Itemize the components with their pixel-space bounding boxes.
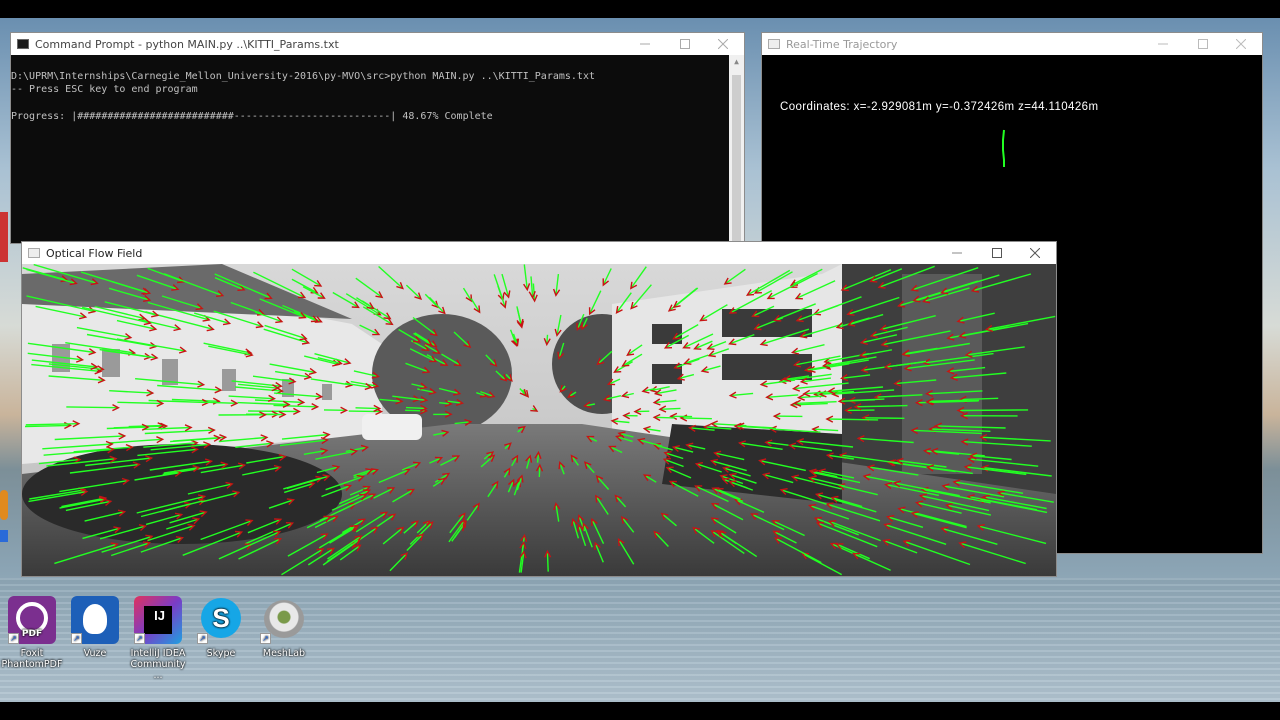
command-prompt-window[interactable]: Command Prompt - python MAIN.py ..\KITTI…: [10, 32, 745, 245]
foxit-pdf-icon: PDF ↗: [8, 596, 56, 644]
skype-icon: S ↗: [197, 596, 245, 644]
flow-vector: [654, 416, 675, 419]
console-scrollbar[interactable]: ▲: [729, 55, 744, 245]
intellij-idea-icon: IJ ↗: [134, 596, 182, 644]
desktop-icon-foxit[interactable]: PDF ↗ Foxit PhantomPDF: [0, 596, 64, 670]
right-door: [902, 274, 982, 474]
flow-vector: [348, 410, 382, 413]
desktop-icon-label: MeshLab: [262, 648, 306, 659]
flow-vector: [958, 409, 1029, 412]
maximize-button[interactable]: [666, 33, 704, 55]
minimize-icon: [952, 252, 962, 254]
close-button[interactable]: [1222, 33, 1260, 55]
desktop-icon-label: Skype: [206, 648, 236, 659]
flow-vector: [680, 417, 712, 420]
flow-vector: [826, 418, 879, 421]
maximize-icon: [992, 248, 1002, 258]
optical-flow-titlebar[interactable]: Optical Flow Field: [22, 242, 1056, 264]
command-prompt-titlebar[interactable]: Command Prompt - python MAIN.py ..\KITTI…: [11, 33, 744, 55]
trajectory-title: Real-Time Trajectory: [786, 37, 898, 51]
console-progress-line: Progress: |##########################---…: [11, 110, 493, 123]
flow-vector: [355, 407, 380, 410]
vuze-frog-icon: ↗: [71, 596, 119, 644]
close-button[interactable]: [704, 33, 742, 55]
console-output[interactable]: D:\UPRM\Internships\Carnegie_Mellon_Univ…: [11, 55, 744, 245]
progress-percent: 48.67% Complete: [402, 111, 493, 122]
scroll-up-arrow-icon[interactable]: ▲: [729, 55, 744, 69]
flow-vector: [405, 406, 427, 410]
flow-vector: [659, 407, 681, 410]
progress-label: Progress:: [11, 111, 72, 122]
parked-car-white: [362, 414, 422, 440]
desktop-icon-vuze[interactable]: ↗ Vuze: [63, 596, 127, 659]
optical-flow-title: Optical Flow Field: [46, 246, 143, 260]
optical-flow-window[interactable]: Optical Flow Field: [21, 241, 1057, 577]
console-command-line: D:\UPRM\Internships\Carnegie_Mellon_Univ…: [11, 71, 595, 82]
desktop-icon-label: IntelliJ IDEA Community ...: [130, 648, 186, 681]
close-icon: [718, 39, 728, 49]
desktop-icon-skype[interactable]: S ↗ Skype: [189, 596, 253, 659]
progress-bar-text: |##########################-------------…: [71, 111, 403, 122]
trajectory-titlebar[interactable]: Real-Time Trajectory: [762, 33, 1262, 55]
flow-vector: [66, 406, 119, 409]
command-prompt-title: Command Prompt - python MAIN.py ..\KITTI…: [35, 37, 339, 51]
maximize-icon: [1198, 39, 1208, 49]
minimize-icon: [640, 43, 650, 45]
flow-image: [22, 264, 1056, 576]
desktop-icon-intellij[interactable]: IJ ↗ IntelliJ IDEA Community ...: [126, 596, 190, 681]
desktop-icon-meshlab[interactable]: ↗ MeshLab: [252, 596, 316, 659]
console-instruction-line: -- Press ESC key to end program: [11, 84, 198, 95]
street-scene-image: [22, 264, 1056, 576]
minimize-button[interactable]: [1144, 33, 1182, 55]
window-app-icon: [28, 248, 40, 258]
meshlab-icon: ↗: [260, 596, 308, 644]
trajectory-line: [1002, 129, 1005, 167]
flow-vector: [862, 417, 905, 419]
minimize-button[interactable]: [938, 242, 976, 264]
offscreen-desktop-icons: [0, 150, 8, 590]
desktop-icon-label: Vuze: [83, 648, 107, 659]
desktop-icon-label: Foxit PhantomPDF: [1, 648, 63, 670]
close-icon: [1030, 248, 1040, 258]
close-icon: [1236, 39, 1246, 49]
maximize-icon: [680, 39, 690, 49]
cmd-icon: [17, 39, 29, 49]
maximize-button[interactable]: [1184, 33, 1222, 55]
minimize-button[interactable]: [626, 33, 664, 55]
flow-vector: [546, 551, 549, 572]
scroll-thumb[interactable]: [732, 75, 741, 245]
letterbox-bottom: [0, 702, 1280, 720]
minimize-icon: [1158, 43, 1168, 45]
window-app-icon: [768, 39, 780, 49]
maximize-button[interactable]: [978, 242, 1016, 264]
close-button[interactable]: [1016, 242, 1054, 264]
letterbox-top: [0, 0, 1280, 18]
